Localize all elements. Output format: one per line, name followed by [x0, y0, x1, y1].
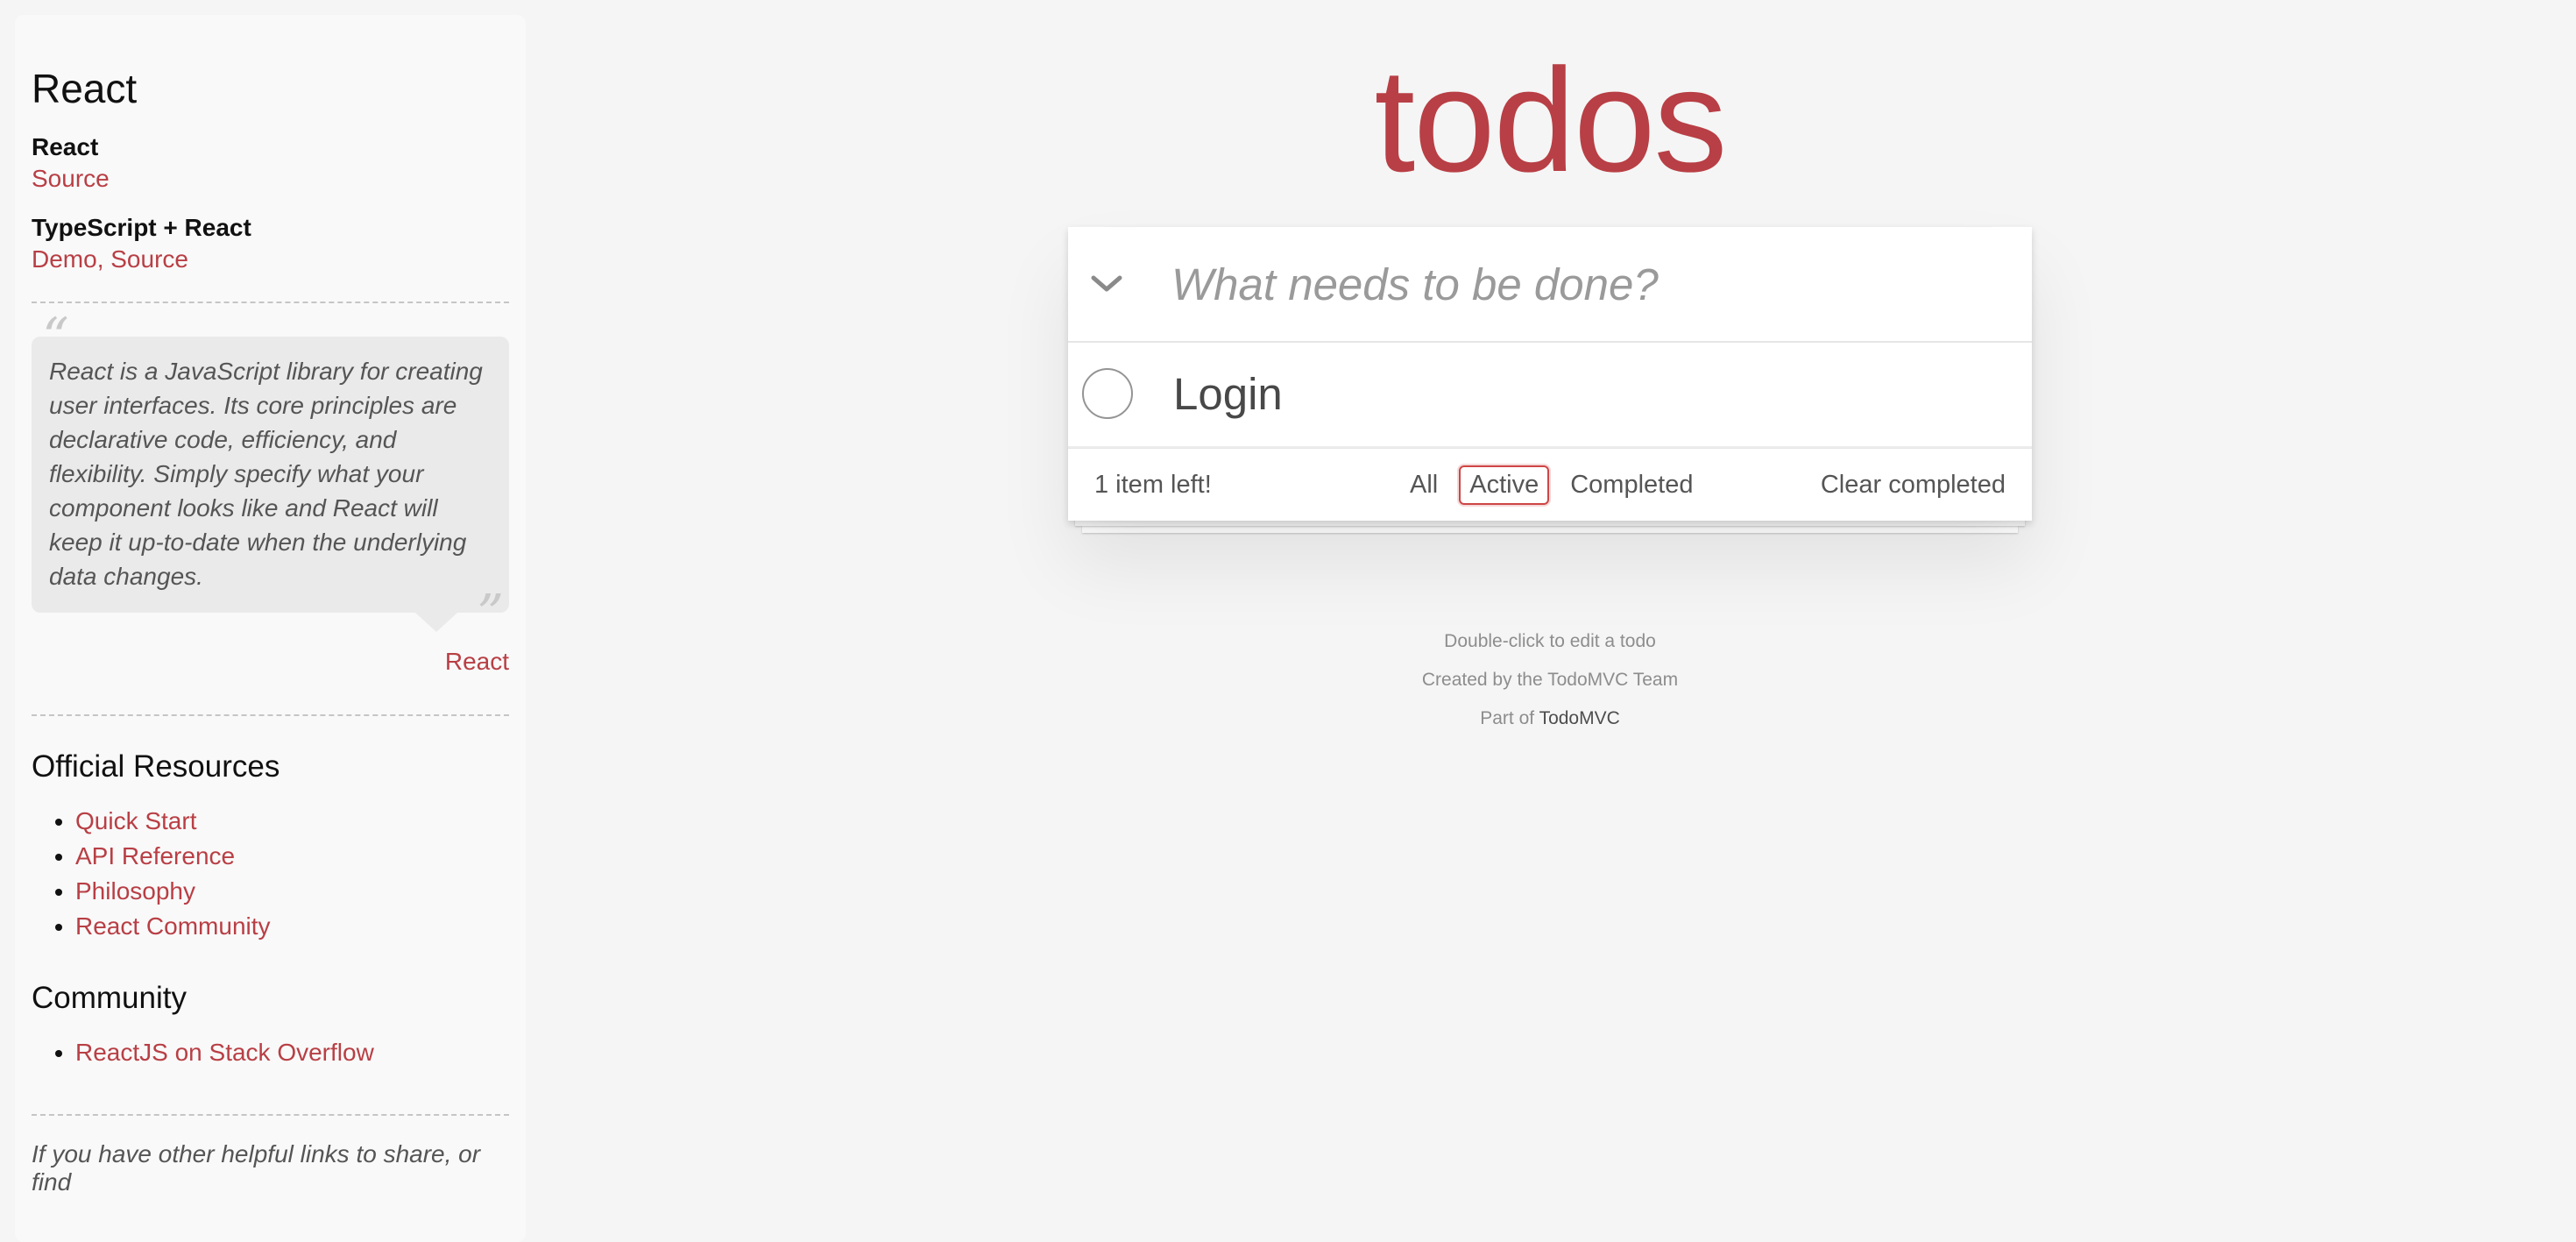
- quote-source-link[interactable]: React: [445, 648, 509, 675]
- divider: [32, 1114, 509, 1116]
- list-item: Quick Start: [75, 804, 509, 839]
- community-list: ReactJS on Stack Overflow: [32, 1035, 509, 1070]
- info-edit-hint: Double-click to edit a todo: [1444, 631, 1656, 651]
- todo-header: [1068, 227, 2032, 343]
- sidebar: React React Source TypeScript + React De…: [15, 15, 526, 1242]
- list-item: Philosophy: [75, 874, 509, 909]
- todo-count: 1 item left!: [1094, 471, 1212, 499]
- example-typescript-react: TypeScript + React Demo, Source: [32, 212, 509, 275]
- list-item: ReactJS on Stack Overflow: [75, 1035, 509, 1070]
- quote-footer: React: [32, 646, 509, 678]
- info-part-of-prefix: Part of: [1480, 708, 1539, 728]
- new-todo-input[interactable]: [1171, 227, 2013, 341]
- sidebar-footer-text: If you have other helpful links to share…: [32, 1140, 481, 1196]
- community-heading: Community: [32, 981, 187, 1015]
- todo-footer: 1 item left! All Active Completed Clear …: [1068, 448, 2032, 521]
- example-title: React: [32, 133, 99, 160]
- example-source-link[interactable]: Source: [32, 165, 110, 192]
- toggle-all-chevron-down-icon[interactable]: [1068, 227, 1145, 341]
- example-demo-source-link[interactable]: Demo, Source: [32, 245, 188, 273]
- todo-complete-checkbox[interactable]: [1082, 368, 1133, 419]
- filter-all[interactable]: All: [1399, 465, 1448, 505]
- filters: All Active Completed: [1394, 449, 1709, 521]
- example-title: TypeScript + React: [32, 214, 251, 241]
- official-resources-heading: Official Resources: [32, 749, 280, 784]
- info-footer: Double-click to edit a todo Created by t…: [1068, 622, 2032, 738]
- divider: [32, 714, 509, 716]
- filter-active[interactable]: Active: [1459, 465, 1550, 505]
- example-react: React Source: [32, 131, 509, 195]
- todomvc-link[interactable]: TodoMVC: [1539, 708, 1620, 728]
- todo-app: Login 1 item left! All Active Completed …: [1068, 227, 2032, 521]
- sidebar-title: React: [32, 66, 138, 111]
- open-quote-icon: “: [42, 307, 69, 368]
- todo-item[interactable]: Login: [1068, 343, 2032, 448]
- react-community-link[interactable]: React Community: [75, 912, 271, 940]
- stack-shadow: [1082, 526, 2018, 533]
- chevron-down-icon: [1091, 275, 1122, 292]
- quote-tail: [415, 613, 457, 632]
- clear-completed-button[interactable]: Clear completed: [1821, 449, 2006, 521]
- todo-label: Login: [1173, 369, 1283, 419]
- list-item: API Reference: [75, 839, 509, 874]
- official-resources-list: Quick Start API Reference Philosophy Rea…: [32, 804, 509, 944]
- stack-overflow-link[interactable]: ReactJS on Stack Overflow: [75, 1039, 374, 1066]
- divider: [32, 302, 509, 303]
- philosophy-link[interactable]: Philosophy: [75, 877, 195, 905]
- quote: “ React is a JavaScript library for crea…: [32, 311, 509, 641]
- close-quote-icon: ”: [477, 584, 504, 645]
- info-credits: Created by the TodoMVC Team: [1421, 670, 1679, 690]
- api-reference-link[interactable]: API Reference: [75, 842, 235, 869]
- quick-start-link[interactable]: Quick Start: [75, 807, 196, 834]
- todo-list: Login: [1068, 343, 2032, 448]
- list-item: React Community: [75, 909, 509, 944]
- app-title: todos: [1374, 38, 1728, 202]
- filter-completed[interactable]: Completed: [1560, 465, 1703, 505]
- quote-text: React is a JavaScript library for creati…: [49, 358, 483, 590]
- info-part-of: Part of TodoMVC: [1068, 699, 2032, 738]
